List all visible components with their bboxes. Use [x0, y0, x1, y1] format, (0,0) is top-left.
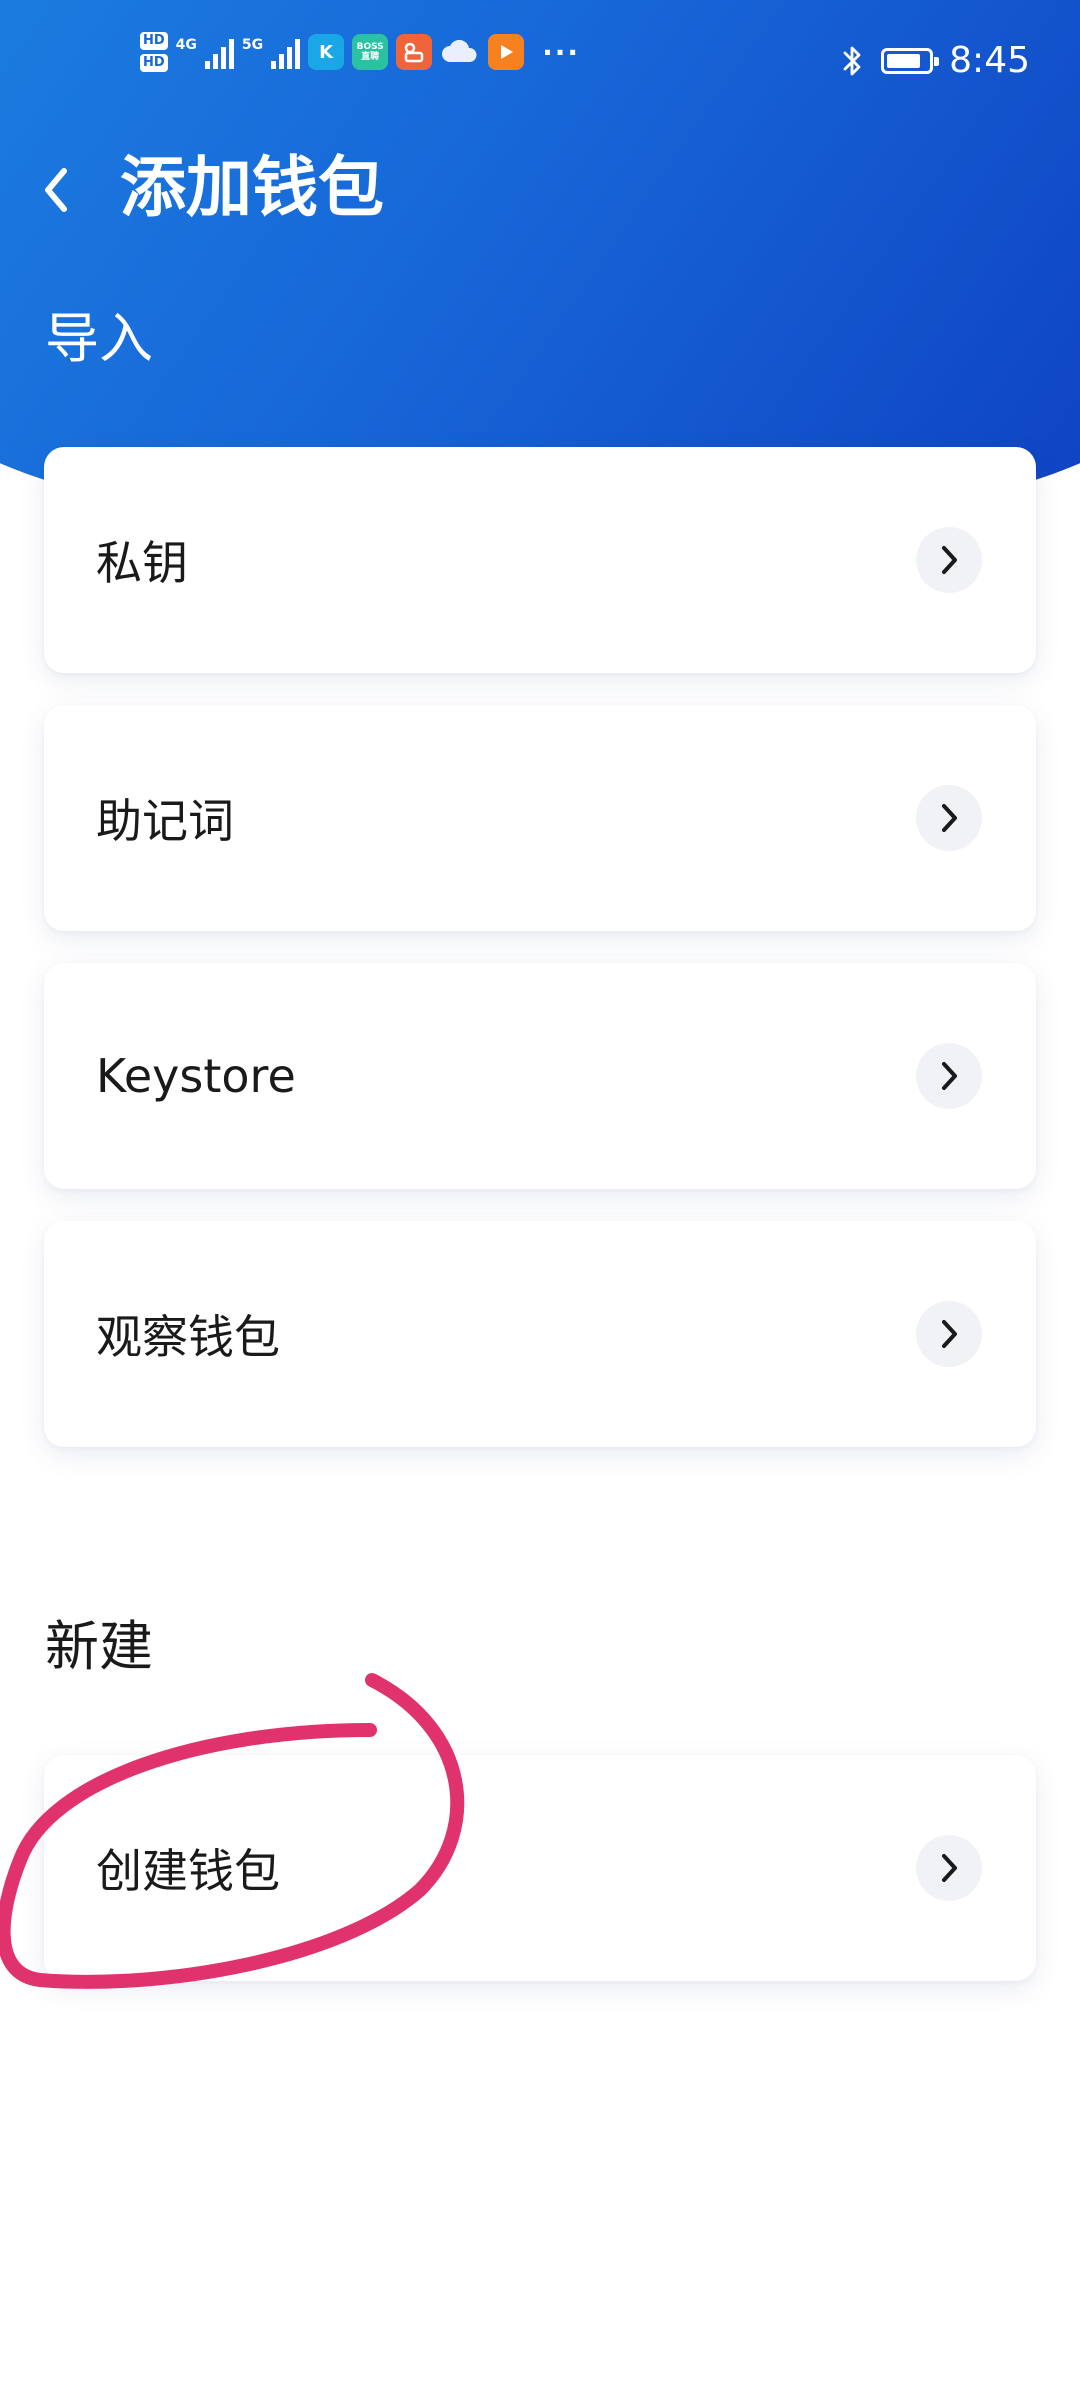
chevron-left-icon: [45, 168, 67, 212]
chevron-right-icon: [916, 1301, 982, 1367]
item-label: 助记词: [96, 794, 234, 848]
status-right-icons: 8:45: [841, 40, 1030, 81]
bluetooth-icon: [843, 46, 861, 75]
network-type-4g: 4G: [175, 37, 197, 53]
item-label: 私钥: [96, 536, 188, 590]
more-notifications-icon: ···: [542, 35, 581, 69]
page-title: 添加钱包: [120, 149, 384, 226]
app-video-icon: [396, 34, 433, 70]
clock-time: 8:45: [949, 40, 1030, 81]
chevron-right-icon: [916, 1043, 982, 1109]
import-keystore-item[interactable]: Keystore: [44, 963, 1036, 1189]
item-label: Keystore: [96, 1049, 296, 1103]
battery-icon: [881, 47, 940, 74]
chevron-right-icon: [916, 527, 982, 593]
app-k-icon: K: [308, 34, 345, 70]
back-button[interactable]: [20, 150, 90, 230]
app-play-icon: [488, 34, 525, 70]
item-label: 观察钱包: [96, 1310, 280, 1364]
hd-indicators: HD HD: [140, 32, 168, 72]
signal-strength-icon-2: [271, 35, 301, 69]
item-label: 创建钱包: [96, 1844, 280, 1898]
add-wallet-screen: HD HD 4G 5G K BOSS 直聘 ··· 8:45 添加钱包 导入 私…: [0, 0, 1080, 2400]
chevron-right-icon: [916, 785, 982, 851]
create-wallet-item[interactable]: 创建钱包: [44, 1755, 1036, 1981]
status-left-icons: HD HD 4G 5G K BOSS 直聘 ···: [140, 32, 580, 72]
app-boss-icon: BOSS 直聘: [352, 34, 389, 70]
battery-level: [887, 53, 921, 68]
network-type-5g: 5G: [241, 37, 264, 53]
hd-badge-sim2: HD: [140, 54, 168, 72]
signal-strength-icon: [204, 35, 234, 69]
import-section-title: 导入: [45, 307, 153, 370]
status-bar: HD HD 4G 5G K BOSS 直聘 ··· 8:45: [0, 0, 1080, 130]
hd-badge-sim1: HD: [140, 32, 168, 50]
chevron-right-icon: [916, 1835, 982, 1901]
import-private-key-item[interactable]: 私钥: [44, 447, 1036, 673]
import-watch-wallet-item[interactable]: 观察钱包: [44, 1221, 1036, 1447]
create-section-title: 新建: [45, 1615, 153, 1678]
import-mnemonic-item[interactable]: 助记词: [44, 705, 1036, 931]
cloud-icon: [442, 40, 477, 62]
